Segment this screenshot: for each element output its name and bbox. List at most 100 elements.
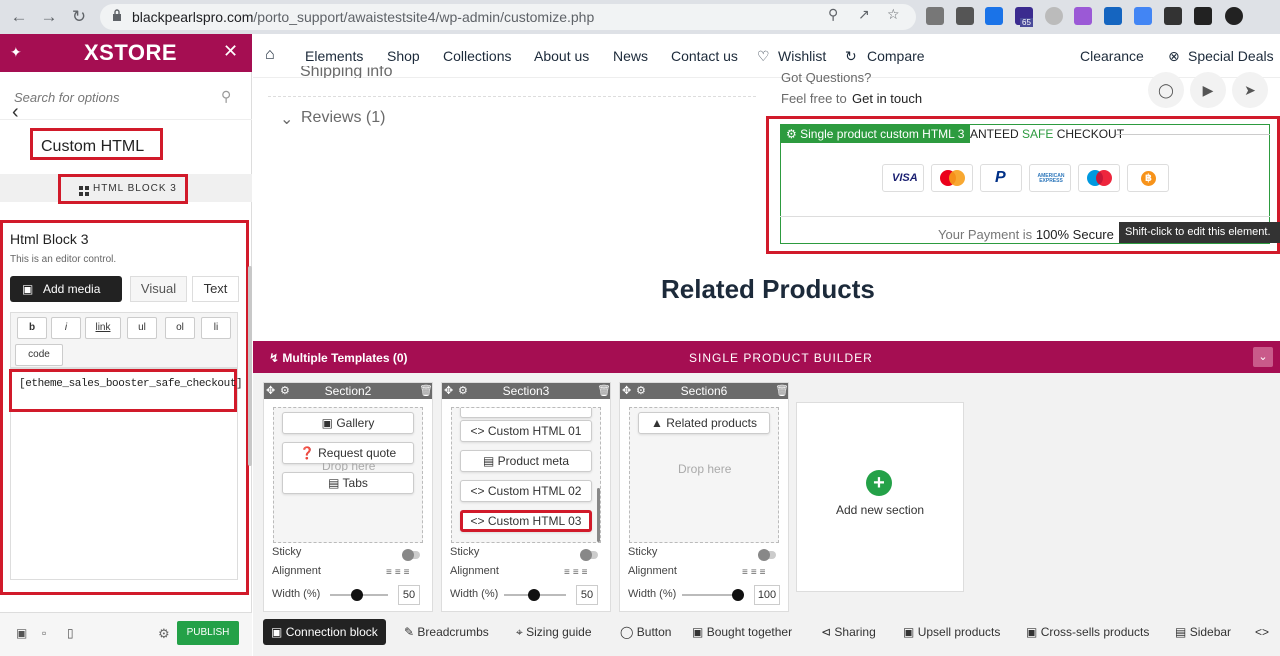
nav-collections[interactable]: Collections <box>443 48 511 64</box>
block-tab[interactable]: HTML BLOCK 3 <box>93 183 177 194</box>
quicktag-ol[interactable]: ol <box>165 317 195 339</box>
tab-sidebar[interactable]: ▤ Sidebar <box>1167 619 1239 645</box>
tab-visual[interactable]: Visual <box>130 276 187 302</box>
tab-text[interactable]: Text <box>192 276 239 302</box>
editor-shortcode[interactable]: [etheme_sales_booster_safe_checkout] <box>19 378 243 390</box>
extension-globe-icon[interactable] <box>1045 7 1063 25</box>
list-item[interactable]: <> Custom HTML 02 <box>460 480 592 502</box>
nav-wishlist[interactable]: Wishlist <box>778 48 826 64</box>
list-item[interactable]: ❓ Request quote <box>282 442 414 464</box>
mobile-device-icon[interactable]: ▯ <box>67 626 74 640</box>
back-chevron-icon[interactable]: ‹ <box>12 101 19 124</box>
back-arrow-icon[interactable]: ← <box>8 6 30 28</box>
sidepanel-icon[interactable] <box>1194 7 1212 25</box>
profile-avatar[interactable] <box>1225 7 1243 25</box>
gear-icon[interactable]: ⚙ <box>158 626 170 642</box>
sidebar-scrollbar[interactable] <box>248 266 252 466</box>
tab-bought-together[interactable]: ▣ Bought together <box>684 619 800 645</box>
instagram-icon[interactable]: ◯ <box>1148 72 1184 108</box>
desktop-device-icon[interactable]: ▣ <box>16 626 27 640</box>
quicktag-code[interactable]: code <box>15 344 63 366</box>
reviews-tab[interactable]: Reviews (1) <box>301 109 385 127</box>
extension-recycle-icon[interactable] <box>926 7 944 25</box>
list-item[interactable]: ▤ Tabs <box>282 472 414 494</box>
alignment-icons[interactable]: ≡≡≡ <box>386 567 413 578</box>
alignment-icons[interactable]: ≡≡≡ <box>742 567 769 578</box>
list-item[interactable]: ▲ Related products <box>638 412 770 434</box>
search-bar[interactable]: Search for options ⚲ <box>0 72 252 120</box>
address-bar[interactable]: blackpearlspro.com/porto_support/awaiste… <box>100 4 916 30</box>
extension-translate-icon[interactable] <box>1134 7 1152 25</box>
publish-button[interactable]: PUBLISH <box>177 621 239 645</box>
list-item[interactable]: ▤ Product meta <box>460 450 592 472</box>
tab-connection-block[interactable]: ▣ Connection block <box>263 619 386 645</box>
tab-cross-sells[interactable]: ▣ Cross-sells products <box>1018 619 1157 645</box>
extensions-puzzle-icon[interactable] <box>1164 7 1182 25</box>
nav-clearance[interactable]: Clearance <box>1080 48 1144 64</box>
nav-elements[interactable]: Elements <box>305 48 363 64</box>
nav-news[interactable]: News <box>613 48 648 64</box>
search-input[interactable]: Search for options <box>14 90 120 105</box>
width-input[interactable]: 100 <box>754 585 780 605</box>
sticky-toggle[interactable] <box>580 549 598 561</box>
forward-arrow-icon[interactable]: → <box>38 6 60 28</box>
list-item[interactable]: <> Custom HTML 01 <box>460 420 592 442</box>
search-icon[interactable]: ⚲ <box>221 88 231 105</box>
quicktag-li[interactable]: li <box>201 317 231 339</box>
nav-shop[interactable]: Shop <box>387 48 420 64</box>
width-input[interactable]: 50 <box>398 585 420 605</box>
multiple-templates-button[interactable]: ↯ Multiple Templates (0) <box>269 351 408 365</box>
bookmark-star-icon[interactable]: ☆ <box>887 6 900 23</box>
builder-section[interactable]: ✥ ⚙ Section3 🗑 <> Custom HTML 01 ▤ Produ… <box>441 382 611 612</box>
sticky-toggle[interactable] <box>402 549 420 561</box>
builder-section[interactable]: ✥ ⚙ Section6 🗑 ▲ Related products Drop h… <box>619 382 789 612</box>
nav-about-us[interactable]: About us <box>534 48 589 64</box>
code-icon[interactable]: <> <box>1247 619 1277 645</box>
trash-icon[interactable]: 🗑 <box>597 384 611 397</box>
tab-sharing[interactable]: ⊲ Sharing <box>813 619 884 645</box>
width-slider-knob[interactable] <box>732 589 744 601</box>
tablet-device-icon[interactable]: ▫ <box>42 626 46 640</box>
pin-icon[interactable]: ✦ <box>10 44 22 61</box>
builder-section[interactable]: ✥ ⚙ Section2 🗑 ▣ Gallery ❓ Request quote… <box>263 382 433 612</box>
sticky-toggle[interactable] <box>758 549 776 561</box>
width-slider-knob[interactable] <box>528 589 540 601</box>
share-icon[interactable]: ↗ <box>858 6 870 23</box>
section-header[interactable]: ✥ ⚙ Section3 🗑 <box>442 383 611 399</box>
reload-icon[interactable]: ↻ <box>68 6 90 28</box>
custom-html-label[interactable]: ⚙ Single product custom HTML 3 <box>780 125 971 143</box>
chevron-down-icon[interactable]: ⌄ <box>280 109 293 129</box>
tab-button[interactable]: ◯ Button <box>612 619 679 645</box>
section-header[interactable]: ✥ ⚙ Section2 🗑 <box>264 383 433 399</box>
quicktag-bold[interactable]: b <box>17 317 47 339</box>
extension-s-icon[interactable] <box>985 7 1003 25</box>
width-slider-knob[interactable] <box>351 589 363 601</box>
extension-pen-icon[interactable] <box>1074 7 1092 25</box>
alignment-icons[interactable]: ≡≡≡ <box>564 567 591 578</box>
add-media-button[interactable]: ▣ Add media <box>10 276 122 302</box>
tab-sizing-guide[interactable]: ⌖ Sizing guide <box>508 619 600 645</box>
extension-video-icon[interactable] <box>1104 7 1122 25</box>
tab-upsell-products[interactable]: ▣ Upsell products <box>895 619 1008 645</box>
list-item[interactable]: <> Custom HTML 03 <box>460 510 592 532</box>
add-section-label[interactable]: Add new section <box>836 503 924 517</box>
get-in-touch-link[interactable]: Get in touch <box>852 91 922 106</box>
quicktag-ul[interactable]: ul <box>127 317 157 339</box>
drop-zone[interactable]: ▲ Related products Drop here <box>629 407 779 543</box>
width-input[interactable]: 50 <box>576 585 598 605</box>
nav-special-deals[interactable]: Special Deals <box>1188 48 1274 64</box>
extension-car-icon[interactable] <box>956 7 974 25</box>
zoom-icon[interactable]: ⚲ <box>828 6 838 23</box>
shipping-info-tab[interactable]: Shipping info <box>300 66 393 78</box>
drop-zone[interactable]: ▣ Gallery ❓ Request quote Drop here ▤ Ta… <box>273 407 423 543</box>
home-icon[interactable]: ⌂ <box>265 46 275 64</box>
quicktag-link[interactable]: link <box>85 317 121 339</box>
telegram-icon[interactable]: ➤ <box>1232 72 1268 108</box>
add-section-card[interactable] <box>796 402 964 592</box>
nav-contact-us[interactable]: Contact us <box>671 48 738 64</box>
list-item[interactable]: ▣ Gallery <box>282 412 414 434</box>
trash-icon[interactable]: 🗑 <box>775 384 789 397</box>
drop-zone-scrollbar[interactable] <box>597 488 600 542</box>
list-item[interactable] <box>460 408 592 418</box>
tab-breadcrumbs[interactable]: ✎ Breadcrumbs <box>396 619 497 645</box>
